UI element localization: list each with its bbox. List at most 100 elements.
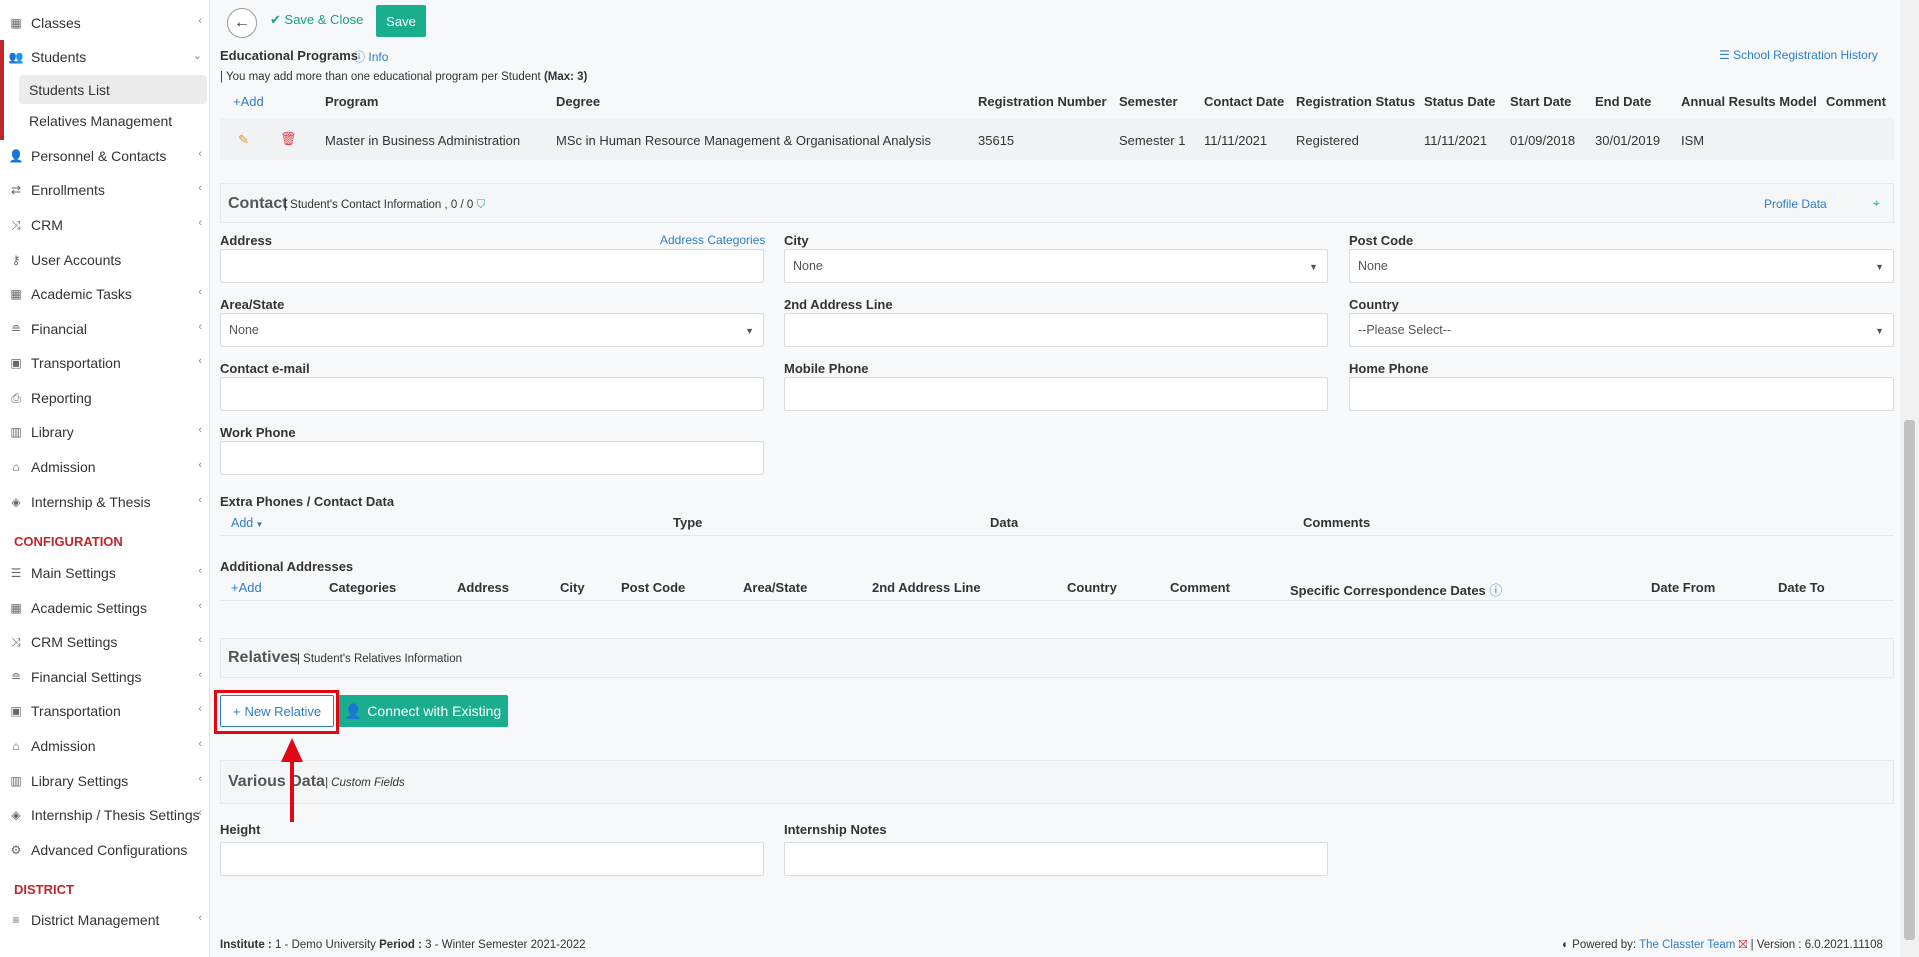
email-label: Contact e-mail [220, 361, 310, 376]
country-select[interactable]: --Please Select-- ▼ [1349, 313, 1894, 347]
address-input[interactable] [220, 249, 764, 283]
sidebar-item-admission[interactable]: ⌂ Admission ‹ [0, 452, 209, 482]
column-header: Comment [1826, 94, 1886, 109]
sidebar-item-academic-settings[interactable]: ▦ Academic Settings ‹ [0, 593, 209, 623]
column-header: Country [1067, 580, 1117, 595]
height-field[interactable] [220, 842, 764, 876]
city-label: City [784, 233, 809, 248]
chevron-left-icon: ‹ [198, 355, 202, 367]
period-label: Period : [379, 939, 422, 951]
address2-input[interactable] [784, 313, 1328, 347]
sidebar-subitem-students-list[interactable]: Students List [19, 75, 207, 104]
caret-down-icon: ▼ [1309, 262, 1318, 272]
height-label: Height [220, 822, 261, 837]
sidebar-item-transportation[interactable]: ▣ Transportation ‹ [0, 348, 209, 378]
sidebar-item-students[interactable]: 👥 Students ⌄ [0, 42, 209, 72]
sidebar-item-label: Reporting [31, 390, 92, 406]
add-program-link[interactable]: +Add [233, 94, 264, 109]
coins-icon: ≘ [10, 670, 22, 684]
sidebar-item-label: CRM [31, 217, 63, 233]
user-plus-icon: 👤 [344, 702, 363, 719]
programs-note-max: (Max: 3) [543, 71, 588, 83]
institution-icon: ⌂ [12, 460, 20, 474]
sidebar-item-label: Transportation [31, 703, 121, 719]
footer-powered: ◐ Powered by: The Classter Team ⛝ | Vers… [1562, 939, 1883, 952]
back-button[interactable]: ← [227, 8, 257, 38]
sidebar-item-admission-settings[interactable]: ⌂ Admission ‹ [0, 731, 209, 761]
area-state-select[interactable]: None ▼ [220, 313, 764, 347]
powered-by-label: Powered by: [1572, 939, 1637, 951]
column-header: Start Date [1510, 94, 1572, 109]
save-button[interactable]: Save [376, 5, 426, 37]
sidebar-item-transportation-settings[interactable]: ▣ Transportation ‹ [0, 696, 209, 726]
sidebar-item-internship[interactable]: ◈ Internship & Thesis ‹ [0, 487, 209, 517]
period-value: 3 - Winter Semester 2021-2022 [425, 939, 586, 951]
scrollbar-thumb[interactable] [1904, 420, 1915, 940]
email-field[interactable] [220, 377, 764, 411]
sidebar-item-label: Library Settings [31, 773, 129, 789]
post-code-select[interactable]: None ▼ [1349, 249, 1894, 283]
info-label: Info [368, 50, 389, 64]
sidebar-item-main-settings[interactable]: ☰ Main Settings ‹ [0, 558, 209, 588]
gift-icon: ⛝ [1738, 939, 1748, 951]
sidebar-item-personnel[interactable]: 👤 Personnel & Contacts ‹ [0, 141, 209, 171]
sidebar-item-crm-settings[interactable]: ⤨ CRM Settings ‹ [0, 627, 209, 657]
sidebar-item-label: Academic Settings [31, 600, 147, 616]
sidebar-item-advanced-configurations[interactable]: ⚙ Advanced Configurations [0, 835, 209, 865]
chevron-left-icon: ‹ [198, 738, 202, 750]
cube-icon: ◈ [11, 808, 21, 822]
annual-results-model-cell: ISM [1681, 133, 1705, 148]
sidebar-item-enrollments[interactable]: ⇄ Enrollments ‹ [0, 175, 209, 205]
chevron-left-icon: ‹ [198, 773, 202, 785]
contact-subtitle: | Student's Contact Information , 0 / 0 … [284, 199, 485, 212]
version-text: | Version : 6.0.2021.11108 [1750, 939, 1883, 951]
sidebar-item-library-settings[interactable]: ▥ Library Settings ‹ [0, 766, 209, 796]
map-icon[interactable]: ⌖ [1873, 196, 1880, 211]
add-extra-phone-dropdown[interactable]: Add ▼ [231, 516, 263, 530]
save-close-button[interactable]: ✔ Save & Close [270, 12, 363, 28]
configuration-heading: CONFIGURATION [14, 534, 123, 549]
sidebar-subitem-relatives-management[interactable]: Relatives Management [19, 106, 207, 135]
add-label: Add [231, 516, 254, 530]
sidebar-item-label: Classes [31, 15, 81, 31]
mobile-field[interactable] [784, 377, 1328, 411]
sidebar-item-academic-tasks[interactable]: ▦ Academic Tasks ‹ [0, 279, 209, 309]
home-phone-field[interactable] [1349, 377, 1894, 411]
sidebar-item-library[interactable]: ▥ Library ‹ [0, 417, 209, 447]
sidebar-item-reporting[interactable]: ⎙ Reporting [0, 383, 209, 413]
sidebar-item-financial[interactable]: ≘ Financial ‹ [0, 314, 209, 344]
sidebar-item-district-management[interactable]: ≡ District Management ‹ [0, 905, 209, 935]
programs-info-link[interactable]: ⓘ Info [353, 48, 388, 65]
trash-icon[interactable]: 🗑 [280, 131, 297, 147]
sidebar-item-label: Enrollments [31, 182, 105, 198]
internship-notes-field[interactable] [784, 842, 1328, 876]
sidebar-item-internship-settings[interactable]: ◈ Internship / Thesis Settings ‹ [0, 800, 209, 830]
work-phone-field[interactable] [220, 441, 764, 475]
column-header: Date To [1778, 580, 1825, 595]
sidebar-item-financial-settings[interactable]: ≘ Financial Settings ‹ [0, 662, 209, 692]
city-select[interactable]: None ▼ [784, 249, 1328, 283]
column-header: Data [990, 515, 1019, 530]
address-categories-link[interactable]: Address Categories [660, 233, 765, 247]
edit-icon[interactable]: ✎ [238, 132, 249, 148]
sidebar-item-crm[interactable]: ⤨ CRM ‹ [0, 210, 209, 240]
vertical-scrollbar[interactable] [1900, 0, 1919, 957]
classes-icon: ▦ [10, 16, 22, 30]
column-header: End Date [1595, 94, 1652, 109]
school-registration-history-link[interactable]: ☰ School Registration History [1719, 48, 1878, 62]
sidebar-item-classes[interactable]: ▦ Classes ‹ [0, 8, 209, 38]
profile-data-link[interactable]: Profile Data [1764, 197, 1827, 211]
connect-existing-button[interactable]: 👤 Connect with Existing [338, 695, 508, 727]
sidebar-item-user-accounts[interactable]: ⚷ User Accounts [0, 245, 209, 275]
shield-icon: ⛉ [476, 199, 486, 211]
classter-team-link[interactable]: The Classter Team [1639, 939, 1735, 951]
arrow-up-annotation-line [290, 760, 294, 822]
column-header: City [560, 580, 585, 595]
add-address-link[interactable]: +Add [231, 580, 262, 595]
chevron-left-icon: ‹ [198, 217, 202, 229]
info-icon[interactable]: ⓘ [1489, 583, 1502, 598]
end-date-cell: 30/01/2019 [1595, 133, 1661, 148]
menu-icon: ≡ [12, 913, 20, 927]
sidebar-item-label: Students [31, 49, 87, 65]
chevron-left-icon: ‹ [198, 600, 202, 612]
